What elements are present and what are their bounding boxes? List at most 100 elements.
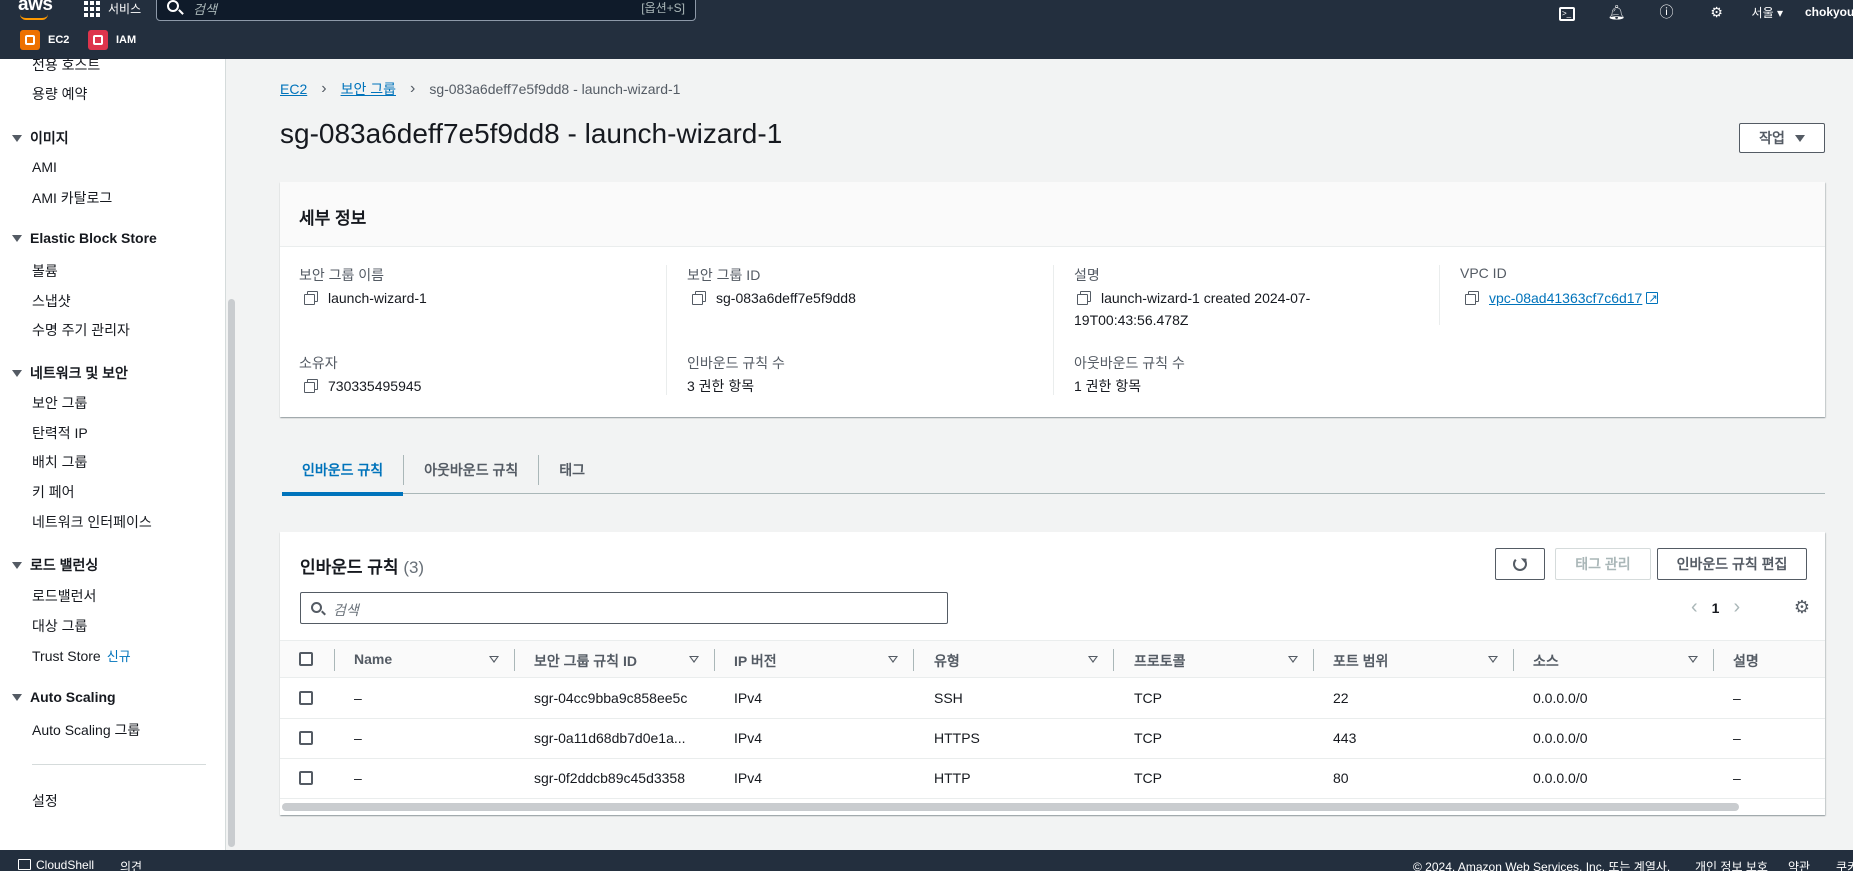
tab-tags[interactable]: 태그 — [539, 446, 605, 494]
cell-name: – — [354, 770, 362, 786]
cell-description: – — [1733, 730, 1741, 746]
rules-search-input[interactable]: 검색 — [300, 592, 948, 624]
sort-icon[interactable] — [1288, 656, 1298, 663]
cell-description: – — [1733, 690, 1741, 706]
cloudshell-footer-button[interactable]: CloudShell — [18, 858, 94, 871]
account-menu[interactable]: chokyou — [1805, 5, 1853, 19]
sidebar-item-network-interfaces[interactable]: 네트워크 인터페이스 — [32, 512, 152, 532]
sidebar-item-elastic-ips[interactable]: 탄력적 IP — [32, 423, 88, 443]
sidebar-section-auto-scaling[interactable]: Auto Scaling — [12, 689, 116, 705]
gear-icon: ⚙ — [1710, 3, 1723, 20]
table-horizontal-scrollbar[interactable] — [282, 803, 1739, 811]
sidebar-item-volumes[interactable]: 볼륨 — [32, 261, 58, 281]
sort-icon[interactable] — [1688, 656, 1698, 663]
breadcrumb-ec2[interactable]: EC2 — [280, 81, 307, 97]
copy-icon[interactable] — [1077, 291, 1091, 305]
breadcrumb-security-groups[interactable]: 보안 그룹 — [341, 79, 396, 99]
sidebar-item-security-groups[interactable]: 보안 그룹 — [32, 393, 87, 413]
sort-icon[interactable] — [1088, 656, 1098, 663]
column-header-type[interactable]: 유형 — [934, 651, 960, 671]
description-value: launch-wizard-1 created 2024-07- — [1077, 287, 1310, 309]
sidebar-item-lifecycle-manager[interactable]: 수명 주기 관리자 — [32, 320, 130, 340]
sidebar-scrollbar[interactable] — [228, 299, 235, 847]
cloudshell-button[interactable]: >_ — [1542, 3, 1592, 21]
column-header-source[interactable]: 소스 — [1533, 651, 1559, 671]
outbound-count-label: 아웃바운드 규칙 수 — [1074, 355, 1185, 371]
favorite-ec2-label: EC2 — [48, 34, 70, 46]
current-page[interactable]: 1 — [1712, 600, 1720, 616]
sg-name-label: 보안 그룹 이름 — [299, 267, 385, 283]
sidebar-section-ebs[interactable]: Elastic Block Store — [12, 230, 157, 246]
sidebar-item-capacity-reservations[interactable]: 용량 예약 — [32, 84, 87, 104]
sort-icon[interactable] — [489, 656, 499, 663]
notifications-button[interactable]: 🔔︎ — [1592, 4, 1642, 21]
cookie-link[interactable]: 쿠키 — [1836, 858, 1853, 871]
region-selector[interactable]: 서울 ▾ — [1752, 4, 1783, 21]
sidebar-item-ami-catalog[interactable]: AMI 카탈로그 — [32, 188, 112, 208]
iam-icon — [88, 30, 108, 50]
cell-source: 0.0.0.0/0 — [1533, 690, 1588, 706]
sidebar-section-load-balancing[interactable]: 로드 밸런싱 — [12, 555, 98, 575]
chevron-right-icon[interactable]: › — [1733, 596, 1740, 619]
sidebar-divider — [32, 764, 206, 765]
services-menu-button[interactable]: 서비스 — [84, 0, 141, 17]
row-checkbox[interactable] — [299, 731, 313, 745]
favorite-iam[interactable]: IAM — [88, 30, 136, 50]
sidebar-item-auto-scaling-groups[interactable]: Auto Scaling 그룹 — [32, 720, 140, 740]
sort-icon[interactable] — [888, 656, 898, 663]
inbound-count-label: 인바운드 규칙 수 — [687, 355, 785, 371]
edit-inbound-rules-button[interactable]: 인바운드 규칙 편집 — [1657, 548, 1807, 580]
copy-icon[interactable] — [304, 379, 318, 393]
table-row[interactable]: – sgr-0a11d68db7d0e1a... IPv4 HTTPS TCP … — [280, 719, 1825, 759]
refresh-button[interactable] — [1495, 548, 1545, 580]
description-value-line2: 19T00:43:56.478Z — [1074, 312, 1189, 328]
pagination: ‹ 1 › — [1691, 596, 1740, 619]
column-header-ip-version[interactable]: IP 버전 — [734, 651, 777, 671]
sidebar-item-trust-store[interactable]: Trust Store 신규 — [32, 646, 131, 665]
sidebar-item-load-balancers[interactable]: 로드밸런서 — [32, 586, 96, 606]
column-header-description[interactable]: 설명 — [1733, 651, 1759, 671]
feedback-link[interactable]: 의견 — [120, 858, 142, 871]
tab-outbound-rules[interactable]: 아웃바운드 규칙 — [404, 446, 538, 494]
vpc-id-label: VPC ID — [1460, 265, 1507, 281]
sidebar-section-images[interactable]: 이미지 — [12, 128, 69, 148]
global-search-input[interactable]: 검색 [옵션+S] — [156, 0, 696, 21]
chevron-left-icon[interactable]: ‹ — [1691, 596, 1698, 619]
sidebar-item-ami[interactable]: AMI — [32, 159, 57, 175]
sidebar-item-snapshots[interactable]: 스냅샷 — [32, 291, 71, 311]
privacy-link[interactable]: 개인 정보 보호 — [1695, 858, 1768, 871]
column-header-name[interactable]: Name — [354, 651, 392, 667]
help-button[interactable]: ⓘ — [1642, 2, 1692, 22]
column-header-protocol[interactable]: 프로토콜 — [1134, 651, 1186, 671]
sidebar-item-settings[interactable]: 설정 — [32, 791, 58, 811]
sort-icon[interactable] — [689, 656, 699, 663]
cell-name: – — [354, 690, 362, 706]
favorite-ec2[interactable]: EC2 — [20, 30, 69, 50]
copy-icon[interactable] — [692, 291, 706, 305]
column-header-rule-id[interactable]: 보안 그룹 규칙 ID — [534, 651, 637, 671]
table-row[interactable]: – sgr-04cc9bba9c858ee5c IPv4 SSH TCP 22 … — [280, 679, 1825, 719]
sidebar-item-key-pairs[interactable]: 키 페어 — [32, 482, 75, 502]
row-checkbox[interactable] — [299, 691, 313, 705]
table-settings-gear-icon[interactable]: ⚙ — [1793, 598, 1811, 616]
sidebar-item-target-groups[interactable]: 대상 그룹 — [32, 616, 87, 636]
settings-button[interactable]: ⚙ — [1692, 4, 1742, 21]
select-all-checkbox[interactable] — [299, 652, 313, 666]
caret-down-icon — [1794, 134, 1805, 142]
copy-icon[interactable] — [304, 291, 318, 305]
table-row[interactable]: – sgr-0f2ddcb89c45d3358 IPv4 HTTP TCP 80… — [280, 759, 1825, 799]
actions-button[interactable]: 작업 — [1739, 123, 1825, 153]
sort-icon[interactable] — [1488, 656, 1498, 663]
sidebar-item-placement-groups[interactable]: 배치 그룹 — [32, 452, 87, 472]
vpc-id-link[interactable]: vpc-08ad41363cf7c6d17 — [1489, 290, 1642, 306]
row-checkbox[interactable] — [299, 771, 313, 785]
sidebar-section-network-security[interactable]: 네트워크 및 보안 — [12, 363, 128, 383]
copy-icon[interactable] — [1465, 291, 1479, 305]
manage-tags-button[interactable]: 태그 관리 — [1555, 548, 1651, 580]
breadcrumb: EC2 › 보안 그룹 › sg-083a6deff7e5f9dd8 - lau… — [280, 79, 680, 99]
footer: CloudShell 의견 © 2024, Amazon Web Service… — [0, 850, 1853, 871]
sidebar-item-dedicated-hosts[interactable]: 전용 호스트 — [32, 55, 100, 75]
terms-link[interactable]: 약관 — [1788, 858, 1810, 871]
column-header-port-range[interactable]: 포트 범위 — [1333, 651, 1388, 671]
tab-inbound-rules[interactable]: 인바운드 규칙 — [282, 446, 404, 496]
